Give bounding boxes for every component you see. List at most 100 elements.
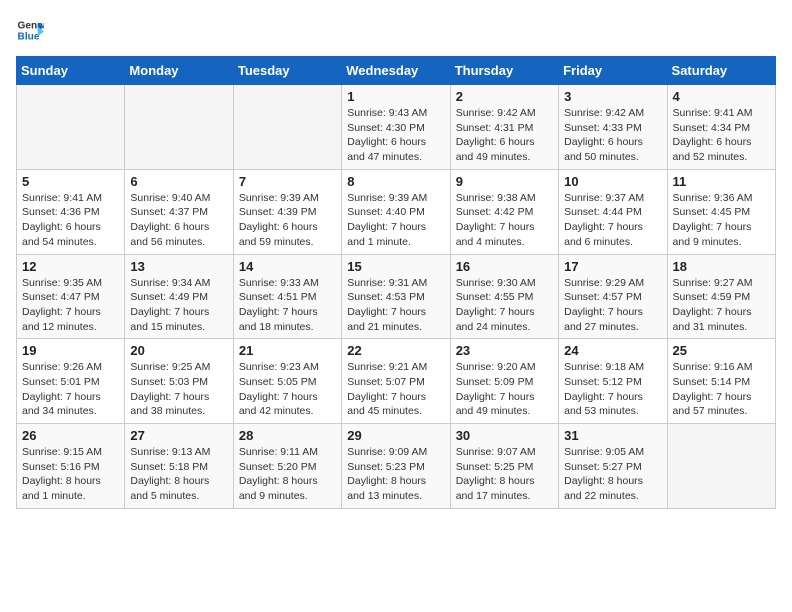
day-number: 18 (673, 259, 770, 274)
calendar-cell: 12 Sunrise: 9:35 AM Sunset: 4:47 PM Dayli… (17, 254, 125, 339)
day-of-week-header: Tuesday (233, 57, 341, 85)
calendar-cell: 25 Sunrise: 9:16 AM Sunset: 5:14 PM Dayli… (667, 339, 775, 424)
day-number: 28 (239, 428, 336, 443)
day-info: Sunrise: 9:37 AM Sunset: 4:44 PM Dayligh… (564, 191, 661, 250)
calendar-cell: 3 Sunrise: 9:42 AM Sunset: 4:33 PM Daylig… (559, 85, 667, 170)
day-info: Sunrise: 9:38 AM Sunset: 4:42 PM Dayligh… (456, 191, 553, 250)
day-info: Sunrise: 9:30 AM Sunset: 4:55 PM Dayligh… (456, 276, 553, 335)
day-number: 19 (22, 343, 119, 358)
calendar-header-row: SundayMondayTuesdayWednesdayThursdayFrid… (17, 57, 776, 85)
day-info: Sunrise: 9:42 AM Sunset: 4:31 PM Dayligh… (456, 106, 553, 165)
logo: General Blue (16, 16, 44, 44)
day-of-week-header: Saturday (667, 57, 775, 85)
calendar-cell: 24Sunrise: 9:18 AM Sunset: 5:12 PM Dayli… (559, 339, 667, 424)
calendar-week-row: 12 Sunrise: 9:35 AM Sunset: 4:47 PM Dayli… (17, 254, 776, 339)
calendar-cell: 22Sunrise: 9:21 AM Sunset: 5:07 PM Dayli… (342, 339, 450, 424)
calendar-cell: 1 Sunrise: 9:43 AM Sunset: 4:30 PM Daylig… (342, 85, 450, 170)
day-info: Sunrise: 9:34 AM Sunset: 4:49 PM Dayligh… (130, 276, 227, 335)
day-info: Sunrise: 9:36 AM Sunset: 4:45 PM Dayligh… (673, 191, 770, 250)
calendar-cell: 18Sunrise: 9:27 AM Sunset: 4:59 PM Dayli… (667, 254, 775, 339)
day-info: Sunrise: 9:07 AM Sunset: 5:25 PM Dayligh… (456, 445, 553, 504)
logo-icon: General Blue (16, 16, 44, 44)
calendar-cell: 9 Sunrise: 9:38 AM Sunset: 4:42 PM Daylig… (450, 169, 558, 254)
day-info: Sunrise: 9:41 AM Sunset: 4:34 PM Dayligh… (673, 106, 770, 165)
calendar-cell: 10 Sunrise: 9:37 AM Sunset: 4:44 PM Dayli… (559, 169, 667, 254)
day-of-week-header: Friday (559, 57, 667, 85)
day-info: Sunrise: 9:25 AM Sunset: 5:03 PM Dayligh… (130, 360, 227, 419)
day-number: 7 (239, 174, 336, 189)
calendar-cell: 2 Sunrise: 9:42 AM Sunset: 4:31 PM Daylig… (450, 85, 558, 170)
day-info: Sunrise: 9:42 AM Sunset: 4:33 PM Dayligh… (564, 106, 661, 165)
day-of-week-header: Monday (125, 57, 233, 85)
calendar-cell: 30 Sunrise: 9:07 AM Sunset: 5:25 PM Dayli… (450, 424, 558, 509)
day-number: 31 (564, 428, 661, 443)
day-number: 9 (456, 174, 553, 189)
day-info: Sunrise: 9:40 AM Sunset: 4:37 PM Dayligh… (130, 191, 227, 250)
calendar-cell: 20Sunrise: 9:25 AM Sunset: 5:03 PM Dayli… (125, 339, 233, 424)
calendar-cell: 4 Sunrise: 9:41 AM Sunset: 4:34 PM Daylig… (667, 85, 775, 170)
day-info: Sunrise: 9:41 AM Sunset: 4:36 PM Dayligh… (22, 191, 119, 250)
calendar-cell: 6 Sunrise: 9:40 AM Sunset: 4:37 PM Daylig… (125, 169, 233, 254)
calendar-cell: 26Sunrise: 9:15 AM Sunset: 5:16 PM Dayli… (17, 424, 125, 509)
day-number: 2 (456, 89, 553, 104)
day-number: 23 (456, 343, 553, 358)
day-number: 13 (130, 259, 227, 274)
day-number: 26 (22, 428, 119, 443)
calendar-cell: 17Sunrise: 9:29 AM Sunset: 4:57 PM Dayli… (559, 254, 667, 339)
day-number: 5 (22, 174, 119, 189)
day-number: 8 (347, 174, 444, 189)
day-number: 24 (564, 343, 661, 358)
calendar-cell: 11 Sunrise: 9:36 AM Sunset: 4:45 PM Dayli… (667, 169, 775, 254)
day-number: 14 (239, 259, 336, 274)
calendar-cell: 15 Sunrise: 9:31 AM Sunset: 4:53 PM Dayli… (342, 254, 450, 339)
calendar-cell: 7Sunrise: 9:39 AM Sunset: 4:39 PM Daylig… (233, 169, 341, 254)
day-number: 16 (456, 259, 553, 274)
calendar-cell: 8 Sunrise: 9:39 AM Sunset: 4:40 PM Daylig… (342, 169, 450, 254)
calendar-cell: 5 Sunrise: 9:41 AM Sunset: 4:36 PM Daylig… (17, 169, 125, 254)
calendar-cell (17, 85, 125, 170)
day-info: Sunrise: 9:39 AM Sunset: 4:40 PM Dayligh… (347, 191, 444, 250)
calendar-cell: 27 Sunrise: 9:13 AM Sunset: 5:18 PM Dayli… (125, 424, 233, 509)
day-info: Sunrise: 9:23 AM Sunset: 5:05 PM Dayligh… (239, 360, 336, 419)
day-info: Sunrise: 9:13 AM Sunset: 5:18 PM Dayligh… (130, 445, 227, 504)
day-number: 29 (347, 428, 444, 443)
day-number: 15 (347, 259, 444, 274)
page-header: General Blue (16, 16, 776, 44)
day-number: 30 (456, 428, 553, 443)
day-number: 3 (564, 89, 661, 104)
calendar-table: SundayMondayTuesdayWednesdayThursdayFrid… (16, 56, 776, 509)
day-info: Sunrise: 9:21 AM Sunset: 5:07 PM Dayligh… (347, 360, 444, 419)
day-number: 4 (673, 89, 770, 104)
calendar-week-row: 5 Sunrise: 9:41 AM Sunset: 4:36 PM Daylig… (17, 169, 776, 254)
calendar-cell (233, 85, 341, 170)
day-info: Sunrise: 9:16 AM Sunset: 5:14 PM Dayligh… (673, 360, 770, 419)
calendar-cell (125, 85, 233, 170)
day-info: Sunrise: 9:43 AM Sunset: 4:30 PM Dayligh… (347, 106, 444, 165)
day-number: 11 (673, 174, 770, 189)
day-number: 17 (564, 259, 661, 274)
day-number: 10 (564, 174, 661, 189)
day-number: 25 (673, 343, 770, 358)
day-info: Sunrise: 9:09 AM Sunset: 5:23 PM Dayligh… (347, 445, 444, 504)
day-of-week-header: Thursday (450, 57, 558, 85)
calendar-cell: 21Sunrise: 9:23 AM Sunset: 5:05 PM Dayli… (233, 339, 341, 424)
calendar-week-row: 19 Sunrise: 9:26 AM Sunset: 5:01 PM Dayli… (17, 339, 776, 424)
day-number: 6 (130, 174, 227, 189)
calendar-week-row: 26Sunrise: 9:15 AM Sunset: 5:16 PM Dayli… (17, 424, 776, 509)
svg-text:Blue: Blue (18, 31, 40, 42)
day-info: Sunrise: 9:11 AM Sunset: 5:20 PM Dayligh… (239, 445, 336, 504)
day-info: Sunrise: 9:35 AM Sunset: 4:47 PM Dayligh… (22, 276, 119, 335)
day-info: Sunrise: 9:26 AM Sunset: 5:01 PM Dayligh… (22, 360, 119, 419)
day-number: 1 (347, 89, 444, 104)
calendar-cell: 19 Sunrise: 9:26 AM Sunset: 5:01 PM Dayli… (17, 339, 125, 424)
day-info: Sunrise: 9:33 AM Sunset: 4:51 PM Dayligh… (239, 276, 336, 335)
calendar-cell: 16 Sunrise: 9:30 AM Sunset: 4:55 PM Dayli… (450, 254, 558, 339)
day-number: 12 (22, 259, 119, 274)
calendar-cell (667, 424, 775, 509)
calendar-cell: 13 Sunrise: 9:34 AM Sunset: 4:49 PM Dayli… (125, 254, 233, 339)
calendar-cell: 23Sunrise: 9:20 AM Sunset: 5:09 PM Dayli… (450, 339, 558, 424)
day-info: Sunrise: 9:05 AM Sunset: 5:27 PM Dayligh… (564, 445, 661, 504)
day-number: 27 (130, 428, 227, 443)
day-info: Sunrise: 9:31 AM Sunset: 4:53 PM Dayligh… (347, 276, 444, 335)
calendar-cell: 28 Sunrise: 9:11 AM Sunset: 5:20 PM Dayli… (233, 424, 341, 509)
